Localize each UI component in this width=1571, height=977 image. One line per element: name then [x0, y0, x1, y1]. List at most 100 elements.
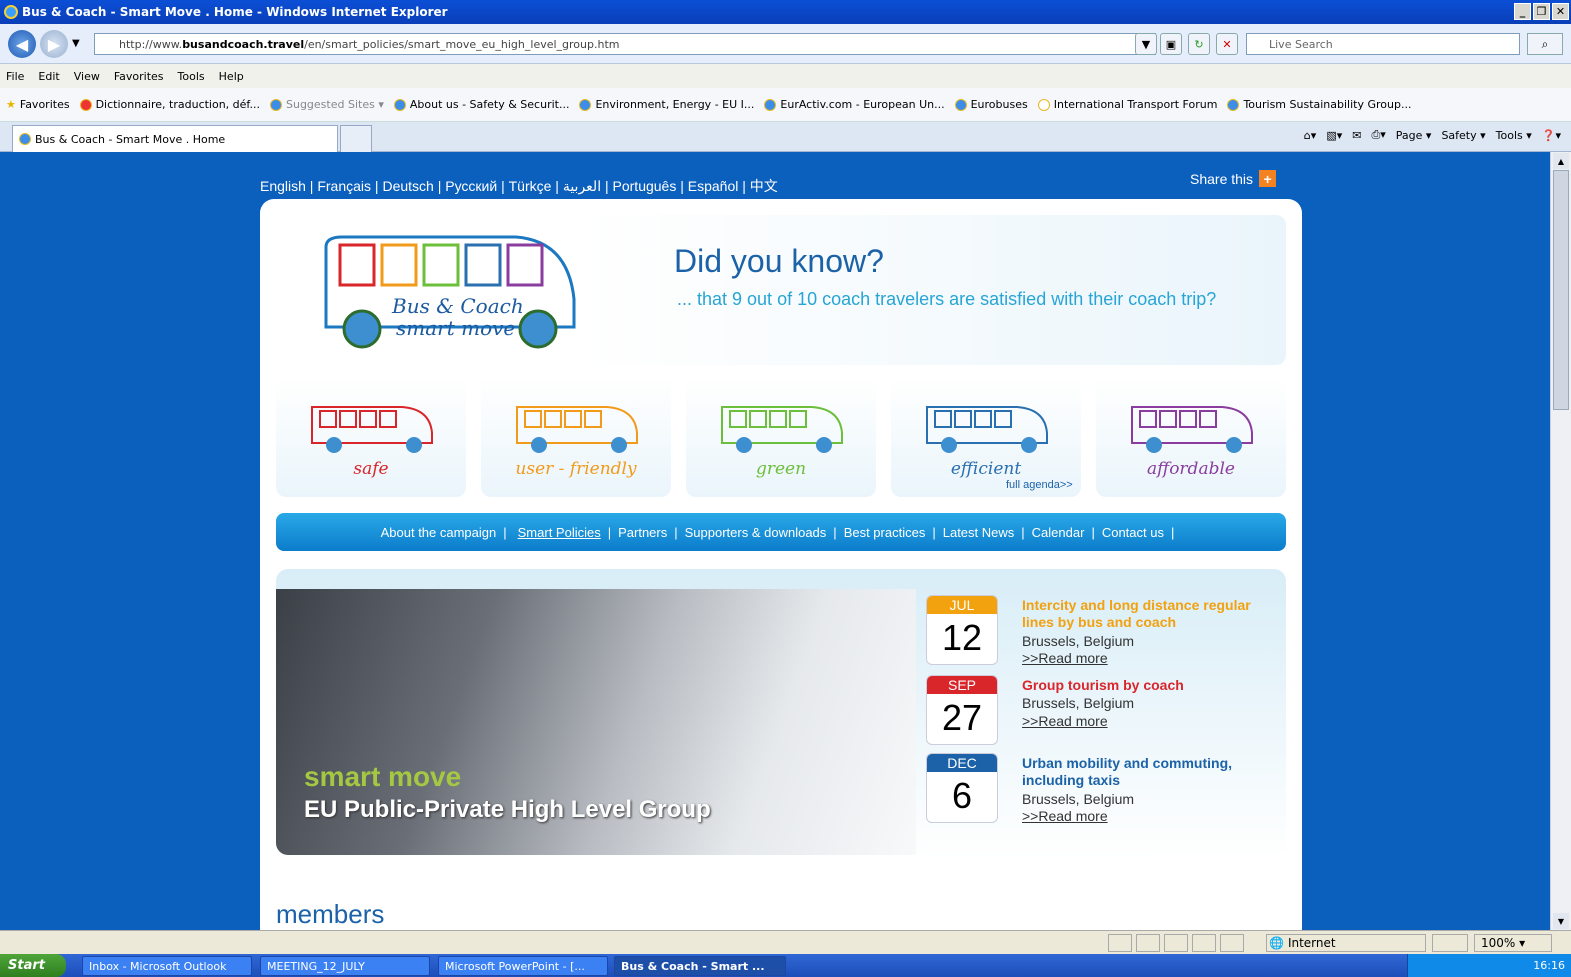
- search-icon[interactable]: ⌕: [1527, 33, 1563, 55]
- status-cell: [1192, 934, 1216, 952]
- security-zone[interactable]: 🌐 Internet: [1266, 934, 1426, 952]
- window-controls: _ ❐ ✕: [1514, 3, 1569, 20]
- language-selector: English | Français | Deutsch | Русский |…: [260, 178, 778, 194]
- nav-best-practices[interactable]: Best practices: [844, 525, 926, 540]
- minimize-button[interactable]: _: [1514, 3, 1531, 20]
- taskbar-item-meeting[interactable]: MEETING_12_JULY: [260, 956, 430, 976]
- tab-active[interactable]: Bus & Coach - Smart Move . Home: [12, 125, 338, 152]
- forward-button[interactable]: ▶: [40, 30, 68, 58]
- taskbar-item-powerpoint[interactable]: Microsoft PowerPoint - [...: [438, 956, 608, 976]
- new-tab-button[interactable]: [340, 125, 372, 152]
- fav-label: Suggested Sites ▾: [286, 98, 384, 111]
- taskbar-label: MEETING_12_JULY: [267, 959, 365, 973]
- did-you-know-title: Did you know?: [674, 243, 884, 279]
- event-title[interactable]: Urban mobility and commuting, including …: [1022, 755, 1272, 789]
- fav-item-environment[interactable]: Environment, Energy - EU I...: [579, 98, 754, 111]
- safety-menu[interactable]: Safety ▾: [1441, 129, 1485, 142]
- taskbar-item-ie[interactable]: Bus & Coach - Smart ...: [614, 956, 786, 976]
- fav-item-suggested[interactable]: Suggested Sites ▾: [270, 98, 384, 111]
- taskbar-label: Bus & Coach - Smart ...: [621, 959, 765, 973]
- nav-contact[interactable]: Contact us: [1102, 525, 1164, 540]
- menu-help[interactable]: Help: [219, 70, 244, 83]
- nav-smart-policies[interactable]: Smart Policies: [514, 525, 601, 540]
- event-read-more[interactable]: >>Read more: [1022, 650, 1108, 666]
- pillar-affordable[interactable]: affordable: [1096, 377, 1286, 497]
- pillar-user-friendly[interactable]: user - friendly: [481, 377, 671, 497]
- taskbar-item-outlook[interactable]: Inbox - Microsoft Outlook: [82, 956, 252, 976]
- stop-icon[interactable]: ✕: [1216, 33, 1238, 55]
- fav-item-dictionnaire[interactable]: Dictionnaire, traduction, déf...: [79, 98, 260, 111]
- protected-mode-icon[interactable]: [1432, 934, 1468, 952]
- nav-partners[interactable]: Partners: [618, 525, 667, 540]
- command-bar: ⌂▾ ▧▾ ✉ ⎙▾ Page ▾ Safety ▾ Tools ▾ ❓▾: [1304, 128, 1561, 142]
- clock[interactable]: 16:16: [1533, 959, 1565, 972]
- bus-coach-logo[interactable]: Bus & Coach smart move: [306, 229, 586, 353]
- favorites-button[interactable]: ★ Favorites: [6, 98, 70, 111]
- zoom-level: 100%: [1481, 936, 1516, 950]
- url-path: /en/smart_policies/smart_move_eu_high_le…: [304, 37, 620, 51]
- event-location: Brussels, Belgium: [1022, 633, 1135, 649]
- nav-latest-news[interactable]: Latest News: [943, 525, 1015, 540]
- menu-favorites[interactable]: Favorites: [114, 70, 164, 83]
- menu-file[interactable]: File: [6, 70, 24, 83]
- share-button[interactable]: Share this +: [1190, 170, 1277, 187]
- nav-supporters[interactable]: Supporters & downloads: [685, 525, 827, 540]
- event-read-more[interactable]: >>Read more: [1022, 713, 1108, 729]
- feeds-icon[interactable]: ▧▾: [1326, 129, 1342, 142]
- event-title[interactable]: Intercity and long distance regular line…: [1022, 597, 1272, 631]
- tools-menu[interactable]: Tools ▾: [1496, 129, 1532, 142]
- lang-portuguese[interactable]: Português: [613, 178, 677, 194]
- page-menu[interactable]: Page ▾: [1396, 129, 1432, 142]
- mail-icon[interactable]: ✉: [1352, 129, 1361, 142]
- scrollbar-thumb[interactable]: [1553, 170, 1569, 410]
- lang-chinese[interactable]: 中文: [750, 178, 778, 194]
- history-dropdown-icon[interactable]: ▼: [72, 38, 80, 49]
- content-panel: Bus & Coach smart move Did you know? ...…: [260, 199, 1302, 930]
- lang-arabic[interactable]: العربية: [563, 178, 601, 194]
- fav-item-about-us[interactable]: About us - Safety & Securit...: [393, 98, 569, 111]
- fav-item-eurobuses[interactable]: Eurobuses: [954, 98, 1028, 111]
- lang-spanish[interactable]: Español: [688, 178, 739, 194]
- lang-turkish[interactable]: Türkçe: [509, 178, 552, 194]
- nav-about[interactable]: About the campaign: [381, 525, 497, 540]
- lang-german[interactable]: Deutsch: [382, 178, 433, 194]
- fav-item-itf[interactable]: International Transport Forum: [1037, 98, 1217, 111]
- menu-edit[interactable]: Edit: [38, 70, 59, 83]
- home-icon[interactable]: ⌂▾: [1304, 129, 1317, 142]
- lang-russian[interactable]: Русский: [445, 178, 497, 194]
- help-icon[interactable]: ❓▾: [1542, 129, 1561, 142]
- pillar-safe[interactable]: safe: [276, 377, 466, 497]
- event-month: SEP: [927, 676, 997, 694]
- full-agenda-link[interactable]: full agenda>>: [1006, 479, 1073, 491]
- fav-item-euractiv[interactable]: EurActiv.com - European Un...: [764, 98, 945, 111]
- lang-french[interactable]: Français: [317, 178, 371, 194]
- scroll-down-icon[interactable]: ▼: [1553, 913, 1569, 929]
- nav-calendar[interactable]: Calendar: [1032, 525, 1085, 540]
- status-cell: [1220, 934, 1244, 952]
- print-icon[interactable]: ⎙▾: [1371, 128, 1385, 142]
- event-title[interactable]: Group tourism by coach: [1022, 677, 1272, 694]
- menu-view[interactable]: View: [74, 70, 100, 83]
- menu-tools[interactable]: Tools: [178, 70, 205, 83]
- event-read-more[interactable]: >>Read more: [1022, 808, 1108, 824]
- start-button[interactable]: Start: [0, 954, 66, 977]
- scroll-up-icon[interactable]: ▲: [1553, 153, 1569, 169]
- event-item: JUL 12 Intercity and long distance regul…: [926, 595, 1276, 671]
- pillar-green[interactable]: green: [686, 377, 876, 497]
- event-item: SEP 27 Group tourism by coach Brussels, …: [926, 675, 1276, 751]
- zoom-control[interactable]: 100% ▾: [1474, 934, 1552, 952]
- close-button[interactable]: ✕: [1552, 3, 1569, 20]
- compatibility-icon[interactable]: ▣: [1160, 33, 1182, 55]
- lang-english[interactable]: English: [260, 178, 306, 194]
- back-button[interactable]: ◀: [8, 30, 36, 58]
- vertical-scrollbar[interactable]: ▲ ▼: [1550, 152, 1571, 930]
- favorites-bar: ★ Favorites Dictionnaire, traduction, déf…: [0, 88, 1571, 122]
- refresh-icon[interactable]: ↻: [1188, 33, 1210, 55]
- restore-button[interactable]: ❐: [1533, 3, 1550, 20]
- address-field[interactable]: http://www. busandcoach.travel/en/smart_p…: [94, 33, 1156, 55]
- search-input[interactable]: Live Search: [1246, 33, 1520, 55]
- hero-banner: Bus & Coach smart move Did you know? ...…: [276, 215, 1286, 365]
- event-day: 12: [941, 617, 983, 658]
- url-dropdown-icon[interactable]: ▼: [1135, 33, 1157, 55]
- fav-item-tourism[interactable]: Tourism Sustainability Group...: [1227, 98, 1411, 111]
